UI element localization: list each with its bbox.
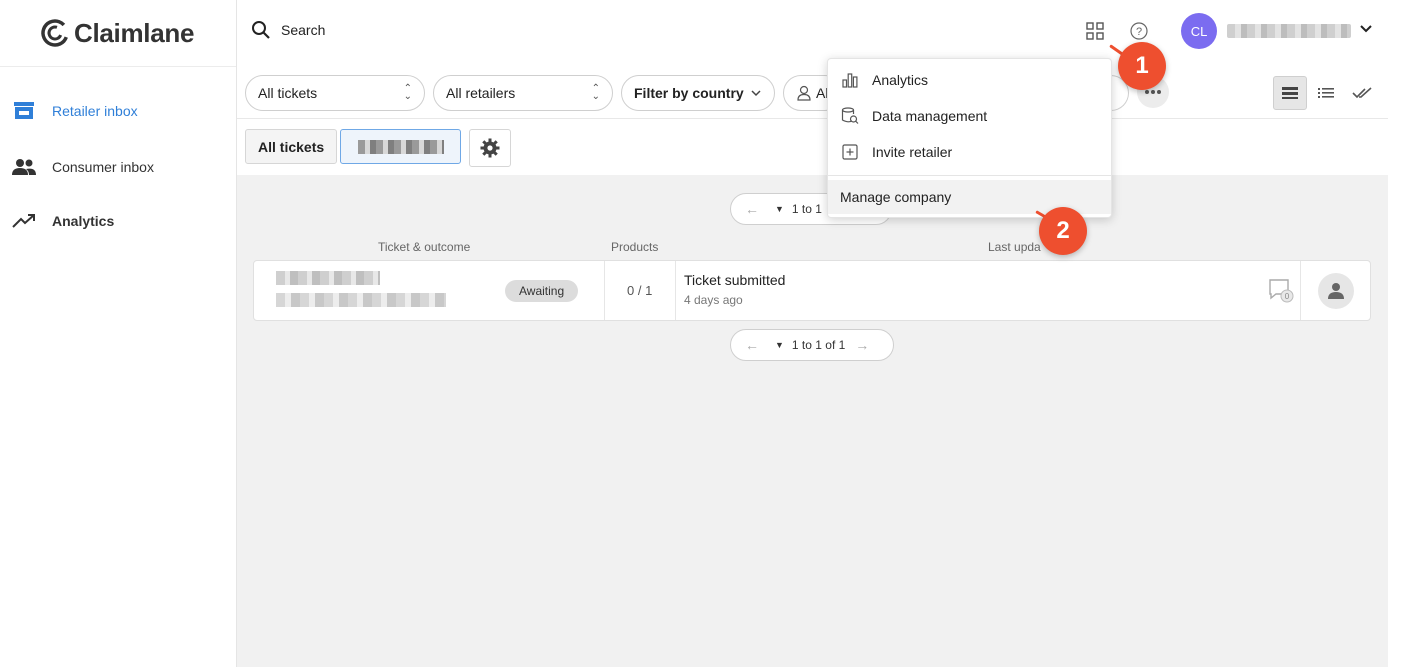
tickets-select-value: All tickets <box>258 85 318 101</box>
chevron-down-icon <box>751 90 761 97</box>
view-settings-button[interactable] <box>469 129 511 167</box>
more-horizontal-icon <box>1145 90 1161 94</box>
last-update-time: 4 days ago <box>684 293 743 307</box>
sidebar: Claimlane Retailer inbox Consumer inbox … <box>0 0 237 667</box>
search-placeholder: Search <box>281 22 326 38</box>
menu-item-analytics[interactable]: Analytics <box>828 63 1111 97</box>
cell-divider <box>604 261 605 320</box>
menu-item-label: Analytics <box>872 72 929 88</box>
tickets-select[interactable]: All tickets ⌃ ⌄ <box>245 75 425 111</box>
pagination-text: 1 to 1 <box>791 202 822 216</box>
updown-icon: ⌃ ⌄ <box>591 83 600 102</box>
store-icon <box>12 99 36 123</box>
column-header-ticket: Ticket & outcome <box>378 240 471 254</box>
gear-icon <box>480 138 500 158</box>
pagination-bottom: ← ▼ 1 to 1 of 1 → <box>730 329 894 361</box>
claimlane-logo-icon <box>41 19 69 47</box>
list-icon <box>1318 88 1334 98</box>
help-icon[interactable]: ? <box>1128 20 1150 42</box>
filter-bar: All tickets ⌃ ⌄ All retailers ⌃ ⌄ Filter b… <box>237 67 1388 119</box>
page-size-dropdown-icon[interactable]: ▼ <box>775 340 784 350</box>
tab-custom-view[interactable] <box>340 129 461 164</box>
person-outline-icon <box>797 85 811 101</box>
trending-up-icon <box>12 209 36 233</box>
sidebar-item-label: Consumer inbox <box>52 159 154 175</box>
database-search-icon <box>840 106 860 126</box>
column-header-products: Products <box>611 240 659 254</box>
cell-divider <box>675 261 676 320</box>
plus-square-icon <box>840 142 860 162</box>
ticket-list-area: ← ▼ 1 to 1 Ticket & outcome Products Las… <box>237 175 1388 667</box>
svg-text:?: ? <box>1136 26 1142 38</box>
logo[interactable]: Claimlane <box>0 0 236 67</box>
table-row[interactable]: Awaiting 0 / 1 Ticket submitted 4 days a… <box>253 260 1371 321</box>
double-check-icon <box>1352 87 1372 99</box>
sidebar-item-consumer-inbox[interactable]: Consumer inbox <box>0 147 236 187</box>
view-dense-button[interactable] <box>1273 76 1307 110</box>
page-size-dropdown-icon[interactable]: ▼ <box>775 204 784 214</box>
avatar[interactable]: CL <box>1181 13 1217 49</box>
arrow-left-icon[interactable]: ← <box>745 337 759 353</box>
country-filter[interactable]: Filter by country <box>621 75 775 111</box>
topbar: Search ? CL <box>237 0 1401 64</box>
products-count: 0 / 1 <box>627 283 653 298</box>
saved-views-tabs: All tickets <box>237 119 1388 175</box>
country-filter-label: Filter by country <box>634 85 744 101</box>
chevron-down-icon[interactable] <box>1359 22 1373 41</box>
ticket-customer-redacted <box>276 293 446 307</box>
menu-item-label: Data management <box>872 108 988 124</box>
column-header-last-update: Last upda <box>988 240 1041 254</box>
retailers-select[interactable]: All retailers ⌃ ⌄ <box>433 75 613 111</box>
menu-divider <box>828 175 1111 176</box>
assignee-avatar[interactable] <box>1318 273 1354 309</box>
people-icon <box>12 155 36 179</box>
dense-list-icon <box>1282 87 1298 99</box>
ticket-id-redacted <box>276 271 380 285</box>
comment-icon[interactable]: 0 <box>1268 278 1294 304</box>
sidebar-item-label: Analytics <box>52 213 115 229</box>
menu-item-data-management[interactable]: Data management <box>828 99 1111 133</box>
step-1-marker: 1 <box>1118 42 1166 90</box>
step-2-marker: 2 <box>1039 207 1087 255</box>
mark-all-read-button[interactable] <box>1345 76 1379 110</box>
person-icon <box>1328 283 1344 299</box>
sidebar-item-analytics[interactable]: Analytics <box>0 201 236 241</box>
last-update-title: Ticket submitted <box>684 272 786 288</box>
tab-label-redacted <box>357 139 444 154</box>
cell-divider <box>1300 261 1301 320</box>
pagination-text: 1 to 1 of 1 <box>791 338 846 352</box>
comment-count: 0 <box>1285 292 1290 301</box>
sidebar-item-label: Retailer inbox <box>52 103 138 119</box>
tab-all-tickets[interactable]: All tickets <box>245 129 338 164</box>
view-list-button[interactable] <box>1309 76 1343 110</box>
status-badge: Awaiting <box>505 280 579 302</box>
user-name-redacted[interactable] <box>1227 24 1351 38</box>
search-icon <box>252 21 270 39</box>
retailers-select-value: All retailers <box>446 85 516 101</box>
bar-chart-icon <box>840 70 860 90</box>
apps-grid-icon[interactable] <box>1084 20 1106 42</box>
menu-item-label: Invite retailer <box>872 144 953 160</box>
apps-dropdown-menu: Analytics Data management Invite retaile… <box>827 58 1112 218</box>
arrow-right-icon[interactable]: → <box>855 337 869 353</box>
updown-icon: ⌃ ⌄ <box>403 83 412 102</box>
menu-item-label: Manage company <box>840 189 952 205</box>
logo-text: Claimlane <box>74 17 195 48</box>
search-input[interactable]: Search <box>251 20 325 40</box>
menu-item-invite-retailer[interactable]: Invite retailer <box>828 135 1111 169</box>
sidebar-item-retailer-inbox[interactable]: Retailer inbox <box>0 91 236 131</box>
arrow-left-icon[interactable]: ← <box>745 201 759 217</box>
